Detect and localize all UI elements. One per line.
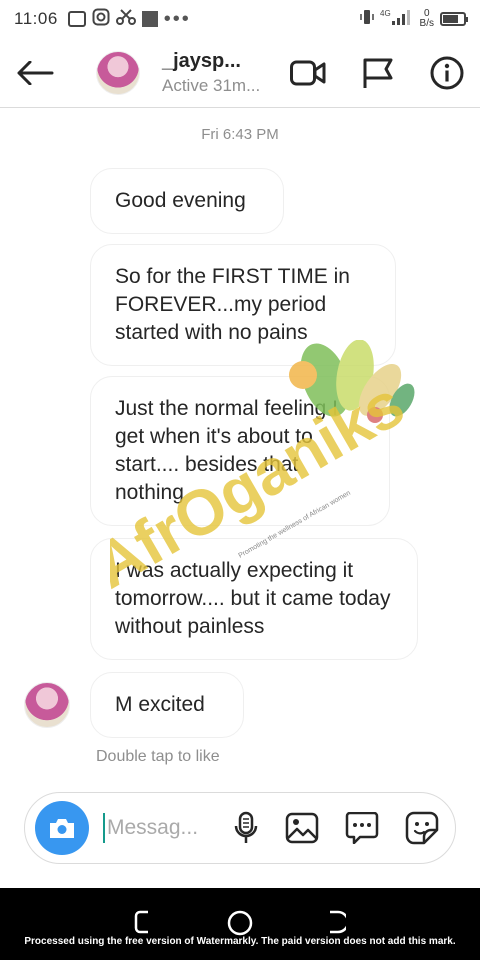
navigation-bar [0,888,480,960]
image-icon [285,812,319,844]
microphone-icon [234,811,258,843]
vibrate-icon [359,8,374,31]
sticker-button[interactable] [405,811,439,845]
double-tap-hint: Double tap to like [96,748,220,765]
info-button[interactable] [430,56,464,90]
message-bubble[interactable]: M excited [90,672,244,738]
username: _jaysp... [162,49,241,72]
svg-text:4G: 4G [380,9,391,18]
battery-icon [440,12,468,26]
recents-icon [135,910,149,934]
profile-avatar[interactable] [96,50,140,95]
status-bar: 11:06 ••• 4G 0 B/s [0,0,480,38]
chat-header: _jaysp... Active 31m... [0,38,480,108]
net-speed-unit: B/s [419,18,434,29]
message-bubble[interactable]: So for the FIRST TIME in FOREVER...my pe… [90,244,396,366]
text-cursor [103,813,105,843]
instagram-icon [92,8,110,31]
back-button[interactable] [0,38,70,108]
sticker-icon [405,811,439,845]
gallery-button[interactable] [285,812,319,844]
scissors-icon [115,8,136,31]
status-time: 11:06 [14,9,58,28]
notification-icon [67,11,86,27]
chat-bubble-icon [345,812,379,844]
message-bubble[interactable]: Just the normal feeling I get when it's … [90,376,390,526]
voice-button[interactable] [233,811,259,845]
video-camera-icon [290,60,326,85]
signal-icon: 4G [380,8,414,31]
quick-replies-button[interactable] [345,812,379,844]
camera-button[interactable] [35,801,89,855]
home-circle-icon [227,910,253,936]
camera-icon [50,819,74,838]
message-text: Good evening [115,189,246,212]
message-text: Just the normal feeling I get when it's … [115,397,338,504]
active-status: Active 31m... [162,75,261,95]
sender-avatar[interactable] [24,682,70,728]
message-bubble[interactable]: Good evening [90,168,284,234]
message-composer [24,792,456,864]
app-icon [141,11,158,27]
net-speed: 0 B/s [420,9,434,29]
watermark-notice: Processed using the free version of Wate… [24,936,456,947]
message-text: I was actually expecting it tomorrow....… [115,559,391,638]
message-input[interactable] [107,816,207,840]
profile-info[interactable]: _jaysp... Active 31m... [162,50,260,96]
flag-button[interactable] [362,57,394,89]
message-bubble[interactable]: I was actually expecting it tomorrow....… [90,538,418,660]
back-arrow-icon [17,60,54,85]
flag-icon [363,58,393,88]
message-timestamp: Fri 6:43 PM [201,126,279,143]
back-nav-icon [329,910,349,934]
video-call-button[interactable] [290,59,326,87]
more-dots-icon: ••• [163,8,191,30]
message-text: M excited [115,693,205,716]
message-text: So for the FIRST TIME in FOREVER...my pe… [115,265,350,344]
info-icon [430,56,464,89]
